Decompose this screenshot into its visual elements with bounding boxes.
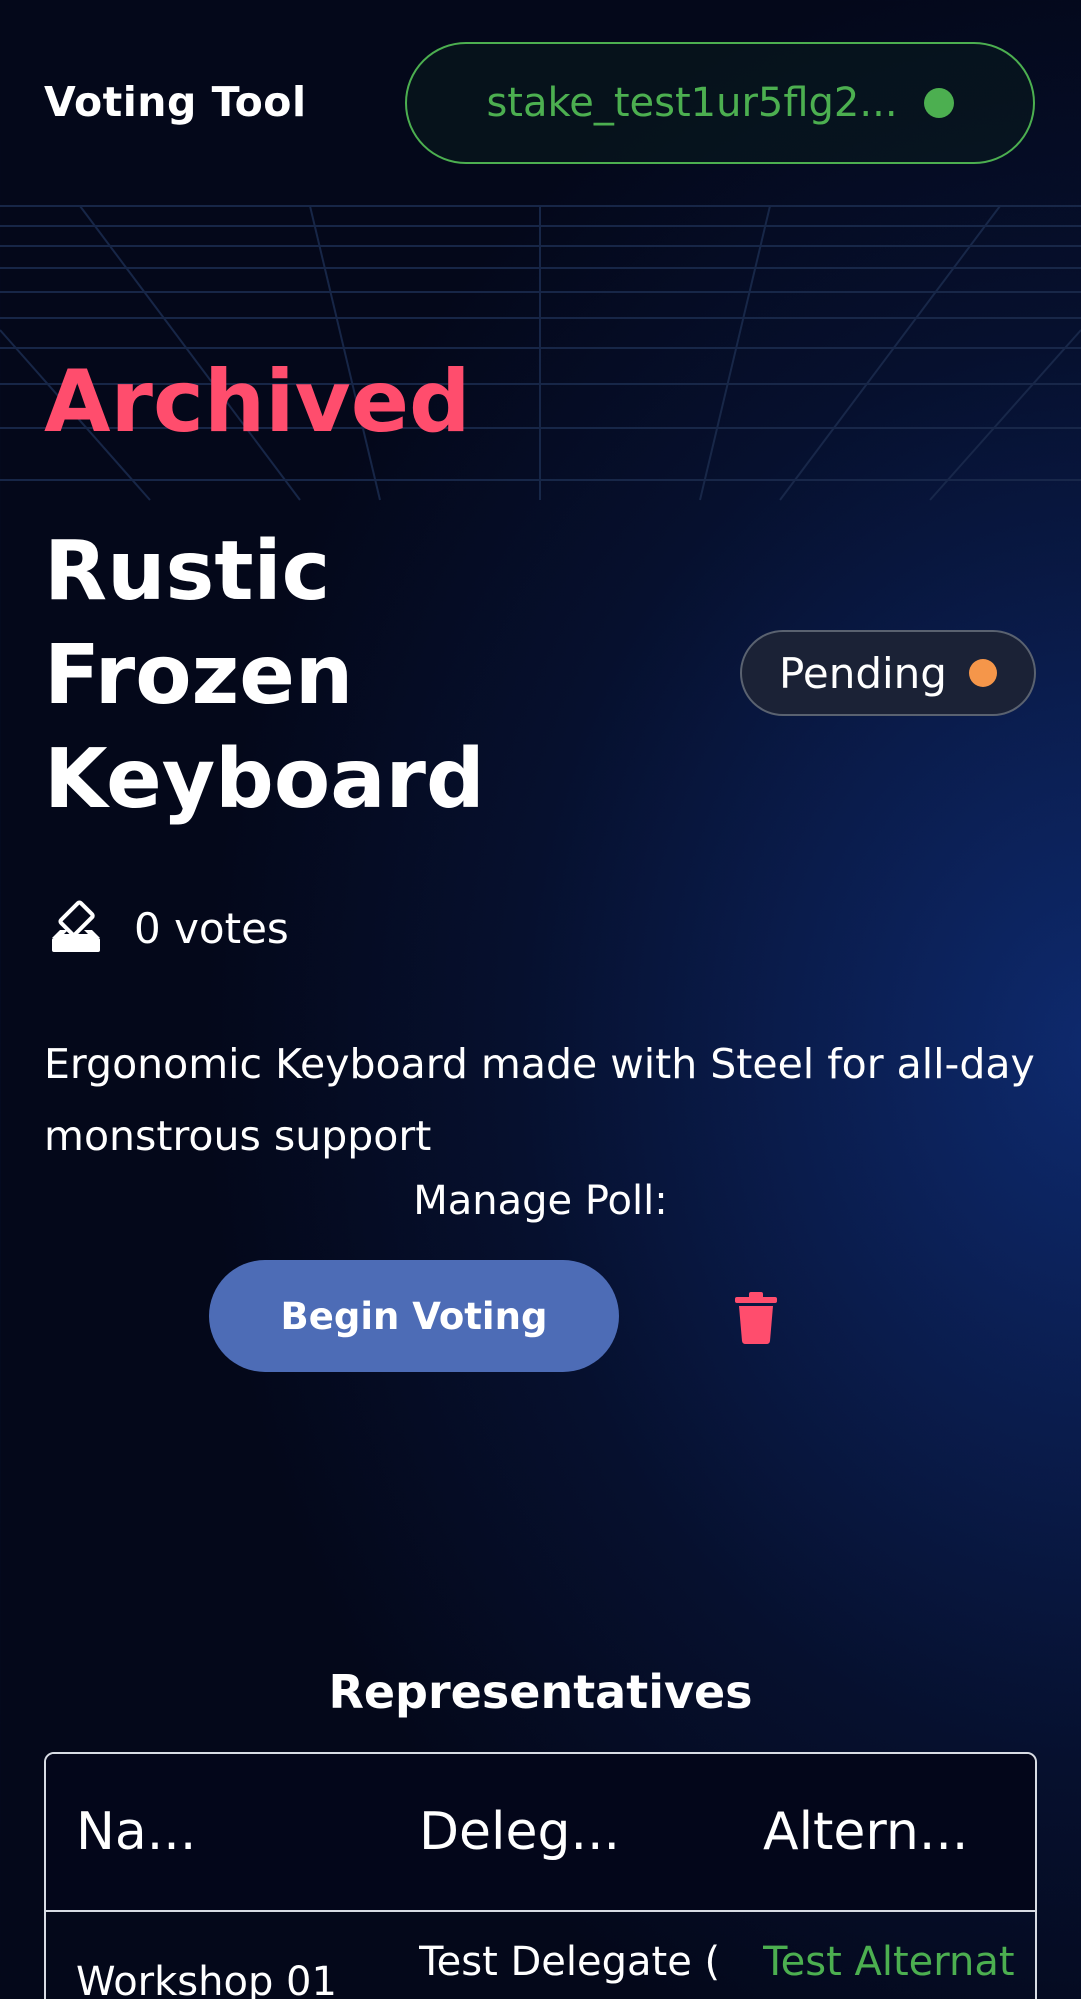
delete-poll-button[interactable] xyxy=(724,1286,788,1350)
manage-poll-label: Manage Poll: xyxy=(413,1178,668,1224)
delegate-suffix: [] xyxy=(419,1994,739,1999)
alternate-name: Test Alternat xyxy=(763,1939,1015,1985)
status-dot xyxy=(968,659,997,687)
cell-alternate: Test Alternat [] xyxy=(763,1930,1035,1999)
representatives-table: Na... Deleg... Altern... Workshop 01 Tes… xyxy=(44,1752,1037,1999)
poll-description: Ergonomic Keyboard made with Steel for a… xyxy=(44,1040,1035,1160)
votes-count: 0 votes xyxy=(134,903,289,953)
votes-summary: 0 votes xyxy=(48,900,289,956)
begin-voting-button[interactable]: Begin Voting xyxy=(209,1260,619,1372)
column-header-alternate[interactable]: Altern... xyxy=(763,1802,968,1862)
table-header: Na... Deleg... Altern... xyxy=(46,1754,1035,1912)
archived-heading: Archived xyxy=(44,352,471,452)
ballot-box-icon xyxy=(48,900,104,956)
wallet-connect-button[interactable]: stake_test1ur5flg2... xyxy=(405,42,1035,164)
app-title: Voting Tool xyxy=(44,78,307,126)
trash-icon xyxy=(735,1292,777,1344)
cell-delegate: Test Delegate ( [] xyxy=(419,1930,739,1999)
column-header-delegate[interactable]: Deleg... xyxy=(419,1802,620,1862)
delegate-name: Test Delegate ( xyxy=(419,1939,721,1985)
alternate-suffix: [] xyxy=(763,1994,1035,1999)
wallet-status-dot xyxy=(923,88,954,118)
wallet-address: stake_test1ur5flg2... xyxy=(486,80,898,126)
column-header-name[interactable]: Na... xyxy=(76,1802,196,1862)
poll-title: Rustic Frozen Keyboard xyxy=(44,524,485,827)
status-badge: Pending xyxy=(740,630,1036,716)
status-label: Pending xyxy=(779,648,947,698)
representatives-heading: Representatives xyxy=(328,1665,753,1719)
cell-name: Workshop 01 xyxy=(76,1959,337,1999)
